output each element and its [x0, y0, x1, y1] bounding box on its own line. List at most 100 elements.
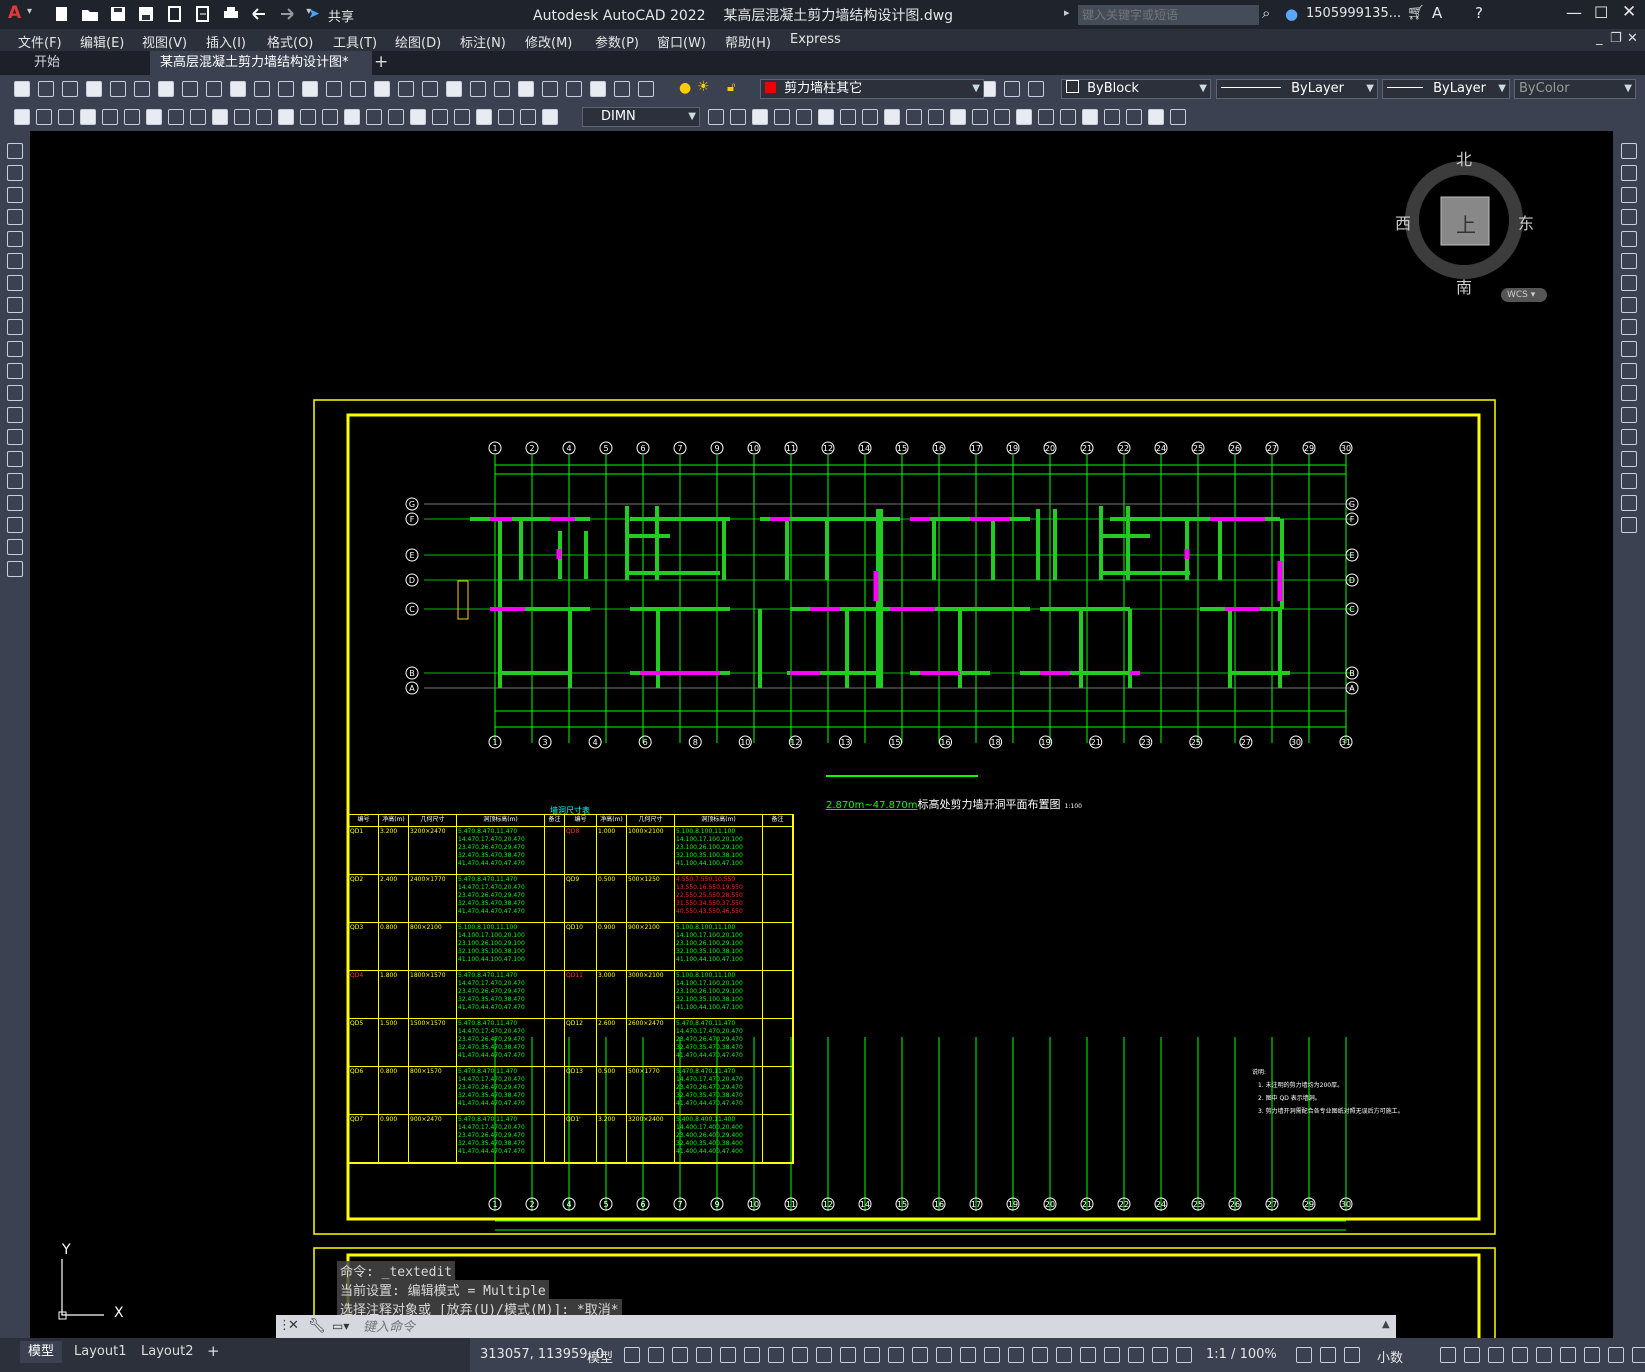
share-icon[interactable]: ➤: [308, 6, 320, 22]
viewcube[interactable]: 上 北 南 西 东: [1395, 146, 1535, 298]
draw-tool-5-icon[interactable]: [7, 231, 23, 247]
standard-tool-19-icon[interactable]: [446, 81, 462, 97]
status-toggle-792-icon[interactable]: [792, 1347, 808, 1363]
dim-tool-27-icon[interactable]: [730, 109, 746, 125]
dim-tool-22-icon[interactable]: [476, 109, 492, 125]
viewcube-top-face[interactable]: 上: [1456, 209, 1476, 238]
plotstyle-dropdown[interactable]: ByColor ▼: [1514, 79, 1636, 99]
draw-tool-2-icon[interactable]: [7, 165, 23, 181]
standard-tool-2-icon[interactable]: [38, 81, 54, 97]
compass-south[interactable]: 南: [1456, 274, 1472, 298]
standard-tool-10-icon[interactable]: [230, 81, 246, 97]
draw-tool-20-icon[interactable]: [7, 561, 23, 577]
status-toggle-1104-icon[interactable]: [1104, 1347, 1120, 1363]
command-close-icon[interactable]: ✕: [288, 1318, 299, 1333]
dim-tool-32-icon[interactable]: [840, 109, 856, 125]
dim-tool-1-icon[interactable]: [14, 109, 30, 125]
status-toggle-720-icon[interactable]: [720, 1347, 736, 1363]
coordinates[interactable]: 313057, 113959, 0: [480, 1347, 604, 1362]
standard-tool-21-icon[interactable]: [494, 81, 510, 97]
status-toggle-1560-icon[interactable]: [1560, 1347, 1576, 1363]
dim-tool-9-icon[interactable]: [190, 109, 206, 125]
standard-tool-1-icon[interactable]: [14, 81, 30, 97]
status-toggle-1152-icon[interactable]: [1152, 1347, 1168, 1363]
tab-model[interactable]: 模型: [20, 1341, 63, 1363]
standard-tool-13-icon[interactable]: [302, 81, 318, 97]
dim-tool-29-icon[interactable]: [774, 109, 790, 125]
status-toggle-1056-icon[interactable]: [1056, 1347, 1072, 1363]
open-icon[interactable]: [81, 6, 99, 22]
modify-tool-7-icon[interactable]: [1621, 275, 1637, 291]
status-toggle-1008-icon[interactable]: [1008, 1347, 1024, 1363]
status-toggle-1584-icon[interactable]: [1584, 1347, 1600, 1363]
status-toggle-648-icon[interactable]: [648, 1347, 664, 1363]
standard-tool-16-icon[interactable]: [374, 81, 390, 97]
dim-tool-7-icon[interactable]: [146, 109, 162, 125]
close-icon[interactable]: ✕: [1622, 2, 1636, 22]
status-toggle-1608-icon[interactable]: [1608, 1347, 1624, 1363]
layer-on-icon[interactable]: ●: [679, 80, 691, 96]
wcs-menu[interactable]: WCS ▾: [1501, 288, 1547, 302]
command-expand-icon[interactable]: ▲: [1382, 1319, 1390, 1330]
modify-tool-1-icon[interactable]: [1621, 143, 1637, 159]
dim-tool-19-icon[interactable]: [410, 109, 426, 125]
minimize-icon[interactable]: —: [1566, 3, 1582, 22]
modify-tool-17-icon[interactable]: [1621, 495, 1637, 511]
status-toggle-696-icon[interactable]: [696, 1347, 712, 1363]
status-toggle-888-icon[interactable]: [888, 1347, 904, 1363]
draw-tool-13-icon[interactable]: [7, 407, 23, 423]
help-search-input[interactable]: [1078, 5, 1259, 25]
standard-tool-27-icon[interactable]: [638, 81, 654, 97]
dim-tool-2-icon[interactable]: [36, 109, 52, 125]
standard-tool-25-icon[interactable]: [590, 81, 606, 97]
dim-tool-26-icon[interactable]: [708, 109, 724, 125]
modify-tool-10-icon[interactable]: [1621, 341, 1637, 357]
standard-tool-12-icon[interactable]: [278, 81, 294, 97]
standard-tool-22-icon[interactable]: [518, 81, 534, 97]
draw-tool-7-icon[interactable]: [7, 275, 23, 291]
dim-tool-33-icon[interactable]: [862, 109, 878, 125]
status-toggle-1488-icon[interactable]: [1488, 1347, 1504, 1363]
standard-tool-11-icon[interactable]: [254, 81, 270, 97]
draw-tool-16-icon[interactable]: [7, 473, 23, 489]
status-toggle-1536-icon[interactable]: [1536, 1347, 1552, 1363]
dim-tool-46-icon[interactable]: [1148, 109, 1164, 125]
dim-tool-24-icon[interactable]: [520, 109, 536, 125]
dim-tool-21-icon[interactable]: [454, 109, 470, 125]
menu-dimension[interactable]: 标注(N): [460, 32, 506, 51]
modify-tool-18-icon[interactable]: [1621, 517, 1637, 533]
dim-tool-14-icon[interactable]: [300, 109, 316, 125]
compass-north[interactable]: 北: [1456, 146, 1472, 170]
tab-layout2[interactable]: Layout2: [133, 1341, 201, 1363]
dim-tool-20-icon[interactable]: [432, 109, 448, 125]
dim-tool-30-icon[interactable]: [796, 109, 812, 125]
publish-web-icon[interactable]: [166, 6, 184, 22]
tab-drawing[interactable]: 某高层混凝土剪力墙结构设计图* ×: [150, 51, 372, 94]
modify-tool-2-icon[interactable]: [1621, 165, 1637, 181]
status-toggle-1320-icon[interactable]: [1320, 1347, 1336, 1363]
modify-tool-3-icon[interactable]: [1621, 187, 1637, 203]
modify-tool-11-icon[interactable]: [1621, 363, 1637, 379]
status-toggle-1080-icon[interactable]: [1080, 1347, 1096, 1363]
save-as-icon[interactable]: [137, 6, 155, 22]
menu-help[interactable]: 帮助(H): [725, 32, 771, 51]
share-button[interactable]: 共享: [328, 6, 354, 25]
app-menu-chevron-icon[interactable]: ▾: [27, 6, 32, 17]
customize-icon[interactable]: 🔧︎: [308, 1318, 326, 1334]
standard-tool-17-icon[interactable]: [398, 81, 414, 97]
draw-tool-3-icon[interactable]: [7, 187, 23, 203]
undo-icon[interactable]: [250, 6, 268, 22]
doc-restore-icon[interactable]: ❐: [1610, 31, 1622, 46]
standard-tool-30-icon[interactable]: [1028, 81, 1044, 97]
drawing-canvas[interactable]: 1 2 4 5 6 7 9 10 11 12 14 15 16 17 19 20 21 22 24 25 26 27 29 3…: [30, 131, 1613, 1338]
dim-tool-11-icon[interactable]: [234, 109, 250, 125]
menu-tools[interactable]: 工具(T): [333, 32, 377, 51]
menu-edit[interactable]: 编辑(E): [80, 32, 124, 51]
search-expand-icon[interactable]: ▸: [1064, 6, 1070, 19]
modify-tool-16-icon[interactable]: [1621, 473, 1637, 489]
status-toggle-672-icon[interactable]: [672, 1347, 688, 1363]
standard-tool-29-icon[interactable]: [1004, 81, 1020, 97]
menu-file[interactable]: 文件(F): [18, 32, 62, 51]
dimstyle-dropdown[interactable]: DIMN ▼: [582, 107, 700, 127]
dim-tool-47-icon[interactable]: [1170, 109, 1186, 125]
